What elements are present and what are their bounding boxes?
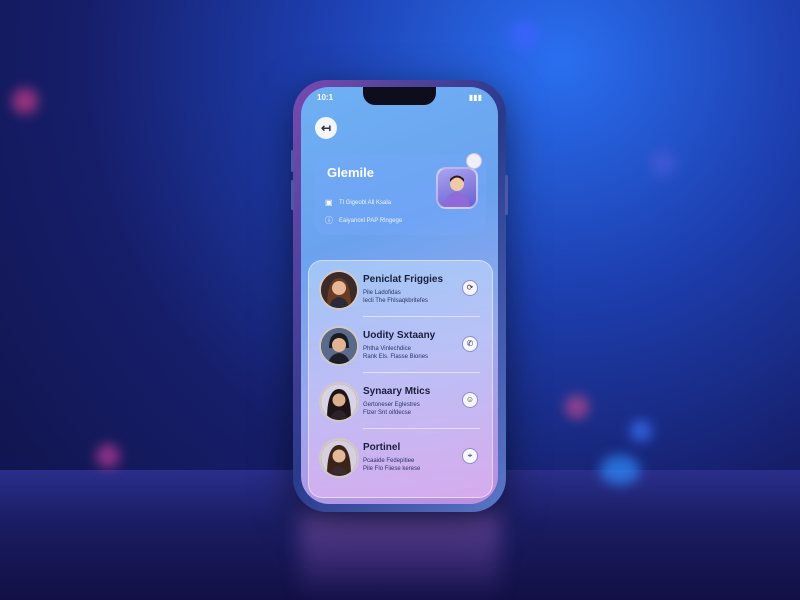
bokeh-light [630,420,652,442]
profile-info-row: ⓘ Eaiyanoxl PAP Rlngege [325,217,402,225]
list-item[interactable]: Peniclat Friggies Pile Ladofidas Iecli T… [309,261,492,316]
profile-name: Glemile [327,165,374,180]
back-arrow-icon: ↤ [320,121,332,135]
back-button[interactable]: ↤ [315,117,337,139]
phone-side-button [291,150,294,172]
contact-detail: Pile Ladofidas [363,290,401,296]
person-icon[interactable]: ☺ [462,392,478,408]
avatar [319,382,359,422]
bokeh-light [600,455,640,485]
phone-side-button [291,180,294,210]
contact-name: Uodity Sxtaany [363,330,436,341]
status-time: 10:1 [317,93,334,102]
phone-screen: 10:1 ▮▮▮ ↤ Glemile ▣ Tl Gigeobl All Ksal… [301,87,498,504]
list-item[interactable]: Portinel Pcaaide Fedepitiee Pile Flo Fii… [309,429,492,484]
signal-battery-icon: ▮▮▮ [468,93,482,102]
person-avatar-icon [321,384,357,420]
contact-list: Peniclat Friggies Pile Ladofidas Iecli T… [308,260,493,498]
bokeh-light [96,444,120,468]
avatar [319,438,359,478]
card-icon: ▣ [325,198,333,207]
list-item[interactable]: Synaary Mtics Gertoneser Eglestres Flzer… [309,373,492,428]
person-avatar-icon [321,440,357,476]
contact-name: Portinel [363,442,401,453]
notification-badge [466,153,482,169]
phone-reflection [300,512,500,600]
contact-detail: Pcaaide Fedepitiee [363,458,415,464]
location-icon[interactable]: ⌖ [462,448,478,464]
profile-info-text: Eaiyanoxl PAP Rlngege [339,218,403,224]
bokeh-light [510,20,540,50]
profile-info-text: Tl Gigeobl All Ksala [339,200,392,206]
profile-card: Glemile ▣ Tl Gigeobl All Ksala ⓘ Eaiyano… [315,153,486,235]
bokeh-light [650,150,676,176]
bokeh-light [565,395,589,419]
profile-avatar[interactable] [436,167,478,209]
list-item[interactable]: Uodity Sxtaany Phtha Vinlechdice Rank El… [309,317,492,372]
contact-name: Synaary Mtics [363,386,431,397]
contact-detail: Rank Els. Flasse Biones [363,354,429,360]
bokeh-light [12,88,38,114]
person-avatar-icon [321,272,357,308]
avatar [319,326,359,366]
contact-detail: Iecli The Fhlsaqkbritefes [363,298,428,304]
phone-side-button [505,175,508,215]
chat-icon[interactable]: ⟳ [462,280,478,296]
contact-detail: Flzer Snt oifdecse [363,410,412,416]
avatar [319,270,359,310]
phone-device: 10:1 ▮▮▮ ↤ Glemile ▣ Tl Gigeobl All Ksal… [291,80,508,512]
contact-detail: Phtha Vinlechdice [363,346,411,352]
profile-info-row: ▣ Tl Gigeobl All Ksala [325,199,391,207]
info-icon: ⓘ [325,216,333,225]
notch [363,87,436,105]
contact-detail: Gertoneser Eglestres [363,402,420,408]
contact-detail: Pile Flo Fiiese kerese [363,466,421,472]
phone-icon[interactable]: ✆ [462,336,478,352]
contact-name: Peniclat Friggies [363,274,444,285]
person-avatar-icon [444,175,470,207]
person-avatar-icon [321,328,357,364]
